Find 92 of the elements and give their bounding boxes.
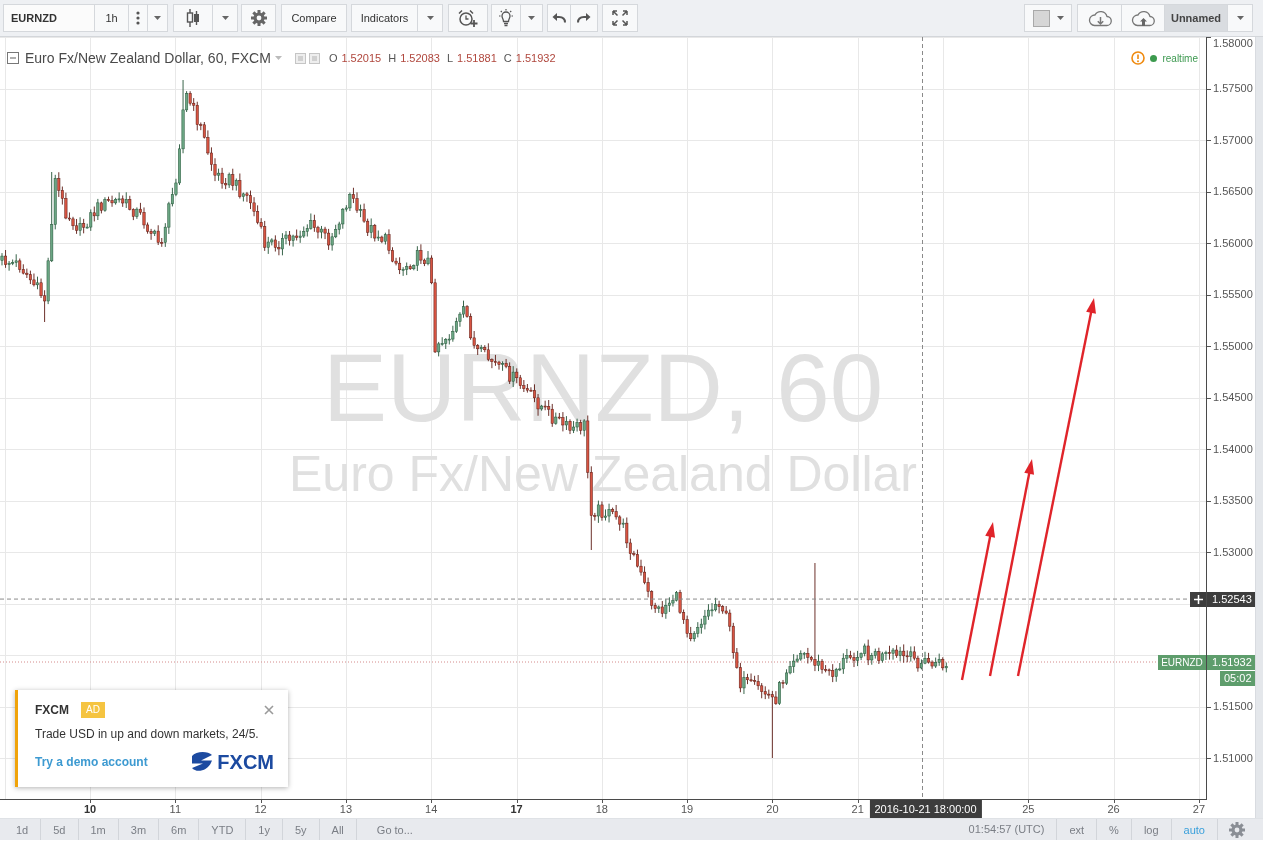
ohlc-value: 1.52015 (341, 52, 382, 64)
interval-button[interactable]: 1h (95, 4, 129, 32)
countdown-label: 05:02 (1220, 671, 1255, 686)
ad-label: AD (81, 702, 105, 718)
layout-name-button[interactable]: Unnamed (1165, 4, 1228, 32)
collapse-icon[interactable] (7, 52, 19, 64)
price-label: 1.53000 (1213, 545, 1253, 559)
caret-icon (1056, 16, 1064, 20)
lightbulb-icon (498, 9, 514, 27)
ohlc-label: C (503, 52, 512, 64)
alert-button[interactable] (448, 4, 488, 32)
last-price-label: 1.51932 (1207, 654, 1255, 670)
price-label: 1.55000 (1213, 339, 1253, 353)
crosshair-price-label: 1.52543 (1207, 591, 1255, 607)
status-dot-icon (1150, 54, 1158, 62)
caret-icon (426, 16, 434, 20)
caret-icon (221, 16, 229, 20)
time-label: 12 (254, 803, 267, 816)
time-label: 13 (339, 803, 352, 816)
ohlc-label: O (328, 52, 338, 64)
dropdown-button[interactable] (148, 4, 168, 32)
price-label: 1.58000 (1213, 37, 1253, 50)
undo-button[interactable] (547, 4, 571, 32)
caret-icon (1236, 16, 1244, 20)
swatch-icon (1032, 9, 1050, 27)
alarm-clock-plus-icon (458, 9, 478, 27)
price-label: 1.53500 (1213, 494, 1253, 507)
redo-button[interactable] (571, 4, 598, 32)
symbol-field[interactable]: EURNZD (3, 4, 95, 32)
redo-icon (577, 13, 591, 23)
price-label: 1.54000 (1213, 442, 1253, 456)
status-text: realtime (1162, 52, 1198, 64)
vertical-dots-icon (136, 11, 140, 25)
dropdown-button[interactable] (1228, 4, 1253, 32)
ohlc-value: 1.52083 (400, 52, 440, 64)
price-label: 1.57000 (1213, 133, 1253, 147)
more-button[interactable] (129, 4, 148, 32)
symbol-label: EURNZD (1158, 654, 1206, 670)
close-icon[interactable] (264, 705, 274, 715)
time-label: 17 (510, 803, 523, 816)
ohlc-value: 1.51881 (457, 52, 497, 64)
price-label: 1.57500 (1213, 82, 1253, 95)
time-label: 20 (766, 803, 779, 816)
time-label: 18 (595, 803, 608, 816)
go-to-button[interactable]: Go to... (356, 819, 433, 840)
cloud-download-button[interactable] (1077, 4, 1122, 32)
time-label: 27 (1192, 803, 1205, 816)
lightbulb-button[interactable] (491, 4, 521, 32)
time-label: 19 (680, 803, 694, 816)
cloud-upload-icon (1131, 9, 1155, 27)
fullscreen-button[interactable] (602, 4, 638, 32)
time-label: 26 (1107, 803, 1120, 816)
logo-text: FXCM (217, 751, 274, 773)
price-label: 1.51000 (1213, 751, 1253, 765)
indicators-button[interactable]: Indicators (351, 4, 418, 32)
dropdown-button[interactable] (418, 4, 443, 32)
gear-icon (250, 10, 267, 26)
cloud-download-icon (1087, 9, 1112, 27)
brand-text: FXCM (35, 703, 69, 717)
caret-icon (528, 16, 535, 20)
symbol-title: Euro Fx/New Zealand Dollar, 60, FXCM (25, 50, 271, 66)
price-label: 1.51500 (1213, 700, 1253, 713)
warning-icon (1131, 51, 1146, 65)
ohlc-value: 1.51932 (515, 52, 556, 64)
compare-button[interactable]: Compare (281, 4, 347, 32)
crosshair-time-label: 2016-10-21 18:00:00 (869, 800, 982, 818)
ad-message: Trade USD in up and down markets, 24/5. (35, 727, 260, 741)
demo-account-link[interactable]: Try a demo account (35, 755, 148, 769)
price-label: 1.54500 (1213, 391, 1253, 404)
logo-mark-icon (190, 751, 215, 773)
settings-button[interactable] (241, 4, 276, 32)
price-label: 1.56000 (1213, 236, 1253, 250)
plus-icon (1193, 594, 1203, 604)
ohlc-label: H (388, 52, 397, 64)
fullscreen-icon (612, 10, 628, 26)
dropdown-button[interactable] (213, 4, 238, 32)
time-label: 25 (1022, 803, 1035, 816)
price-label: 1.55500 (1213, 288, 1253, 301)
plus-button[interactable] (1190, 591, 1206, 607)
color-swatch-button[interactable] (1024, 4, 1072, 32)
scrollbar-track[interactable] (1255, 37, 1263, 818)
caret-icon (154, 16, 161, 20)
undo-icon (552, 13, 566, 23)
time-label: 21 (851, 803, 864, 816)
price-label: 1.56500 (1213, 185, 1253, 198)
ohlc-label: L (446, 52, 454, 64)
time-label: 10 (83, 803, 97, 816)
cloud-upload-button[interactable] (1122, 4, 1165, 32)
candlestick-icon (186, 9, 200, 27)
time-label: 14 (425, 803, 438, 816)
chart-style-button[interactable] (173, 4, 213, 32)
time-label: 11 (169, 803, 181, 816)
